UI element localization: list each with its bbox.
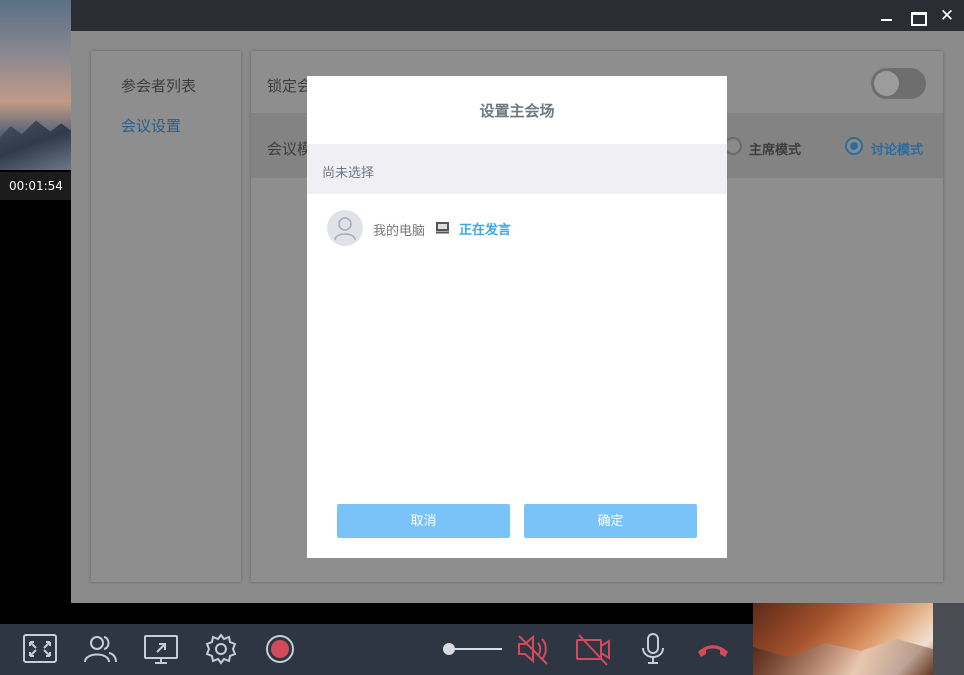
maximize-icon[interactable] bbox=[907, 6, 927, 26]
avatar bbox=[327, 210, 363, 246]
volume-slider[interactable] bbox=[448, 648, 502, 650]
set-main-venue-dialog: 设置主会场 尚未选择 我的电脑 正在发言 取消 确定 bbox=[307, 76, 727, 558]
participant-row[interactable]: 我的电脑 正在发言 bbox=[327, 210, 707, 246]
screen-share-icon[interactable] bbox=[143, 632, 179, 666]
record-icon[interactable] bbox=[262, 632, 298, 666]
settings-sidebar: 参会者列表 会议设置 bbox=[91, 51, 241, 582]
call-toolbar bbox=[0, 624, 753, 675]
cancel-button[interactable]: 取消 bbox=[337, 504, 510, 538]
discussion-mode-radio[interactable] bbox=[845, 137, 863, 155]
local-video-preview bbox=[753, 603, 933, 675]
confirm-button[interactable]: 确定 bbox=[524, 504, 697, 538]
right-edge-panel bbox=[933, 603, 964, 675]
microphone-icon[interactable] bbox=[635, 632, 671, 666]
lock-meeting-label: 锁定会 bbox=[267, 77, 313, 95]
dialog-title: 设置主会场 bbox=[479, 102, 555, 120]
hang-up-icon[interactable] bbox=[695, 632, 731, 666]
lock-meeting-toggle[interactable] bbox=[871, 68, 926, 99]
selection-status-text: 尚未选择 bbox=[322, 166, 375, 181]
sidebar-item-meeting-settings[interactable]: 会议设置 bbox=[121, 115, 181, 136]
selection-status-bar: 尚未选择 bbox=[307, 144, 727, 194]
meeting-mode-label: 会议模 bbox=[267, 140, 313, 158]
fullscreen-icon[interactable] bbox=[22, 632, 58, 666]
participant-name: 我的电脑 bbox=[373, 224, 426, 239]
participants-icon[interactable] bbox=[82, 632, 118, 666]
settings-gear-icon[interactable] bbox=[203, 632, 239, 666]
camera-off-icon[interactable] bbox=[575, 632, 611, 666]
computer-icon bbox=[436, 222, 449, 234]
volume-slider-handle[interactable] bbox=[443, 643, 455, 655]
call-timer: 00:01:54 bbox=[0, 172, 72, 200]
speaking-status: 正在发言 bbox=[459, 223, 512, 238]
title-bar: ✕ bbox=[71, 0, 964, 31]
minimize-icon[interactable] bbox=[877, 6, 897, 26]
user-icon bbox=[334, 217, 356, 241]
speaker-muted-icon[interactable] bbox=[515, 632, 551, 666]
discussion-mode-label[interactable]: 讨论模式 bbox=[871, 139, 923, 158]
sidebar-item-participants[interactable]: 参会者列表 bbox=[121, 75, 196, 96]
remote-video-thumbnail bbox=[0, 0, 72, 170]
close-icon[interactable]: ✕ bbox=[937, 6, 957, 26]
chairman-mode-label[interactable]: 主席模式 bbox=[749, 139, 801, 158]
